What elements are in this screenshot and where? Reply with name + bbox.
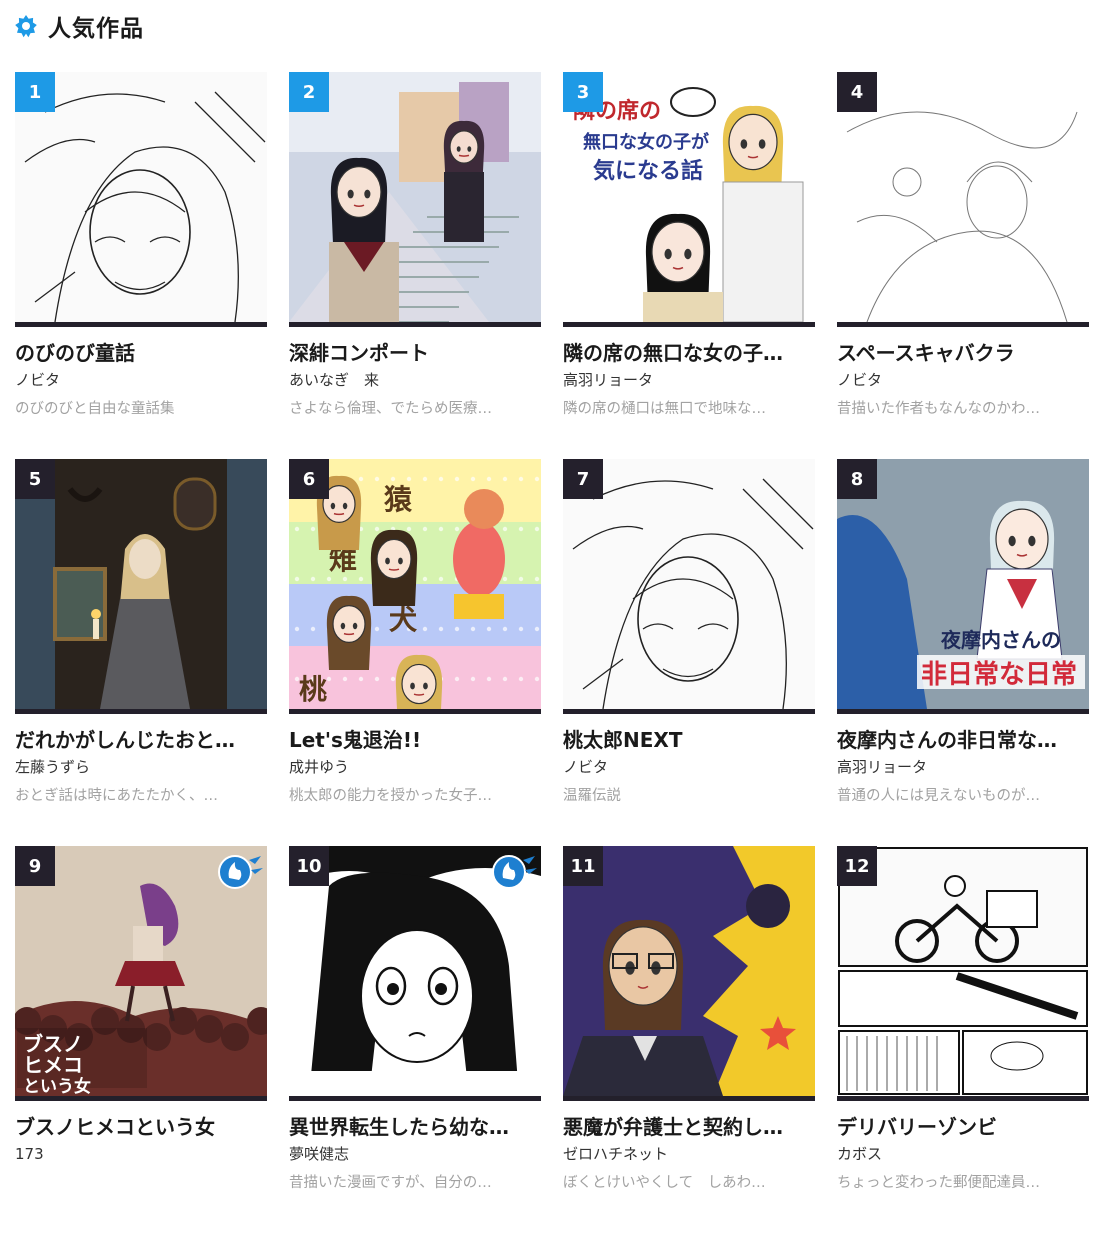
work-thumbnail[interactable]: 7 (563, 459, 815, 714)
work-description: 普通の人には見えないものが… (837, 788, 1040, 804)
work-description: 温羅伝説 (563, 788, 621, 804)
work-card[interactable]: 猿 雉 犬 桃 6 Let's鬼退治!! 成井ゆう 桃太郎の能力を授かった女子… (289, 459, 541, 846)
section-header: 人気作品 (14, 8, 144, 44)
work-description: のびのびと自由な童話集 (15, 401, 175, 417)
work-author[interactable]: 成井ゆう (289, 757, 541, 777)
work-thumbnail[interactable]: 夜摩内さんの 非日常な日常 8 (837, 459, 1089, 714)
work-description: ぼくとけいやくして しあわ… (563, 1175, 766, 1191)
work-card[interactable]: 12 デリバリーゾンビカボスちょっと変わった郵便配達員… (837, 846, 1089, 1233)
work-author[interactable]: ゼロハチネット (563, 1144, 815, 1164)
work-title[interactable]: ブスノヒメコという女 (15, 1115, 267, 1139)
svg-text:無口な女の子が: 無口な女の子が (583, 131, 709, 152)
rank-badge: 7 (563, 459, 603, 499)
work-card[interactable]: 2 深緋コンポートあいなぎ 来さよなら倫理、でたらめ医療… (289, 72, 541, 459)
work-title[interactable]: デリバリーゾンビ (837, 1115, 1089, 1139)
rank-badge: 9 (15, 846, 55, 886)
work-title[interactable]: 夜摩内さんの非日常な… (837, 728, 1089, 752)
work-card[interactable]: ブスノ ヒメコ という女 9 ブスノヒメコという女 173 (15, 846, 267, 1233)
work-title[interactable]: スペースキャバクラ (837, 341, 1089, 365)
flame-badge-icon (218, 855, 263, 889)
badge-icon (15, 15, 37, 38)
work-author[interactable]: あいなぎ 来 (289, 370, 541, 390)
work-author[interactable]: 173 (15, 1144, 267, 1164)
work-card[interactable]: 5 だれかがしんじたおと… 左藤うずらおとぎ話は時にあたたかく、… (15, 459, 267, 846)
work-author[interactable]: 高羽リョータ (837, 757, 1089, 777)
work-author[interactable]: カボス (837, 1144, 1089, 1164)
work-title[interactable]: 桃太郎NEXT (563, 728, 815, 752)
svg-text:ブスノ: ブスノ (23, 1032, 83, 1056)
work-thumbnail[interactable]: 2 (289, 72, 541, 327)
work-author[interactable]: ノビタ (563, 757, 815, 777)
work-author[interactable]: ノビタ (837, 370, 1089, 390)
work-description: おとぎ話は時にあたたかく、… (15, 788, 218, 804)
work-description: 隣の席の樋口は無口で地味な… (563, 401, 766, 417)
rank-badge: 1 (15, 72, 55, 112)
work-thumbnail[interactable]: 隣の席の 無口な女の子が 気になる話 3 (563, 72, 815, 327)
work-description: 昔描いた漫画ですが、自分の… (289, 1175, 492, 1191)
svg-text:ヒメコ: ヒメコ (23, 1055, 83, 1077)
work-title[interactable]: だれかがしんじたおと… (15, 728, 267, 752)
work-thumbnail[interactable]: 12 (837, 846, 1089, 1101)
work-title[interactable]: 深緋コンポート (289, 341, 541, 365)
svg-text:夜摩内さんの: 夜摩内さんの (940, 628, 1061, 652)
work-description: さよなら倫理、でたらめ医療… (289, 401, 492, 417)
svg-text:という女: という女 (23, 1076, 91, 1096)
rank-badge: 12 (837, 846, 877, 886)
flame-badge-icon (492, 855, 537, 889)
rank-badge: 11 (563, 846, 603, 886)
work-description: 昔描いた作者もなんなのかわ… (837, 401, 1040, 417)
work-thumbnail[interactable]: 猿 雉 犬 桃 6 (289, 459, 541, 714)
rank-badge: 2 (289, 72, 329, 112)
work-thumbnail[interactable]: 4 (837, 72, 1089, 327)
work-description: 桃太郎の能力を授かった女子… (289, 788, 492, 804)
work-card[interactable]: 7 桃太郎NEXT ノビタ温羅伝説 (563, 459, 815, 846)
section-title: 人気作品 (48, 16, 144, 42)
work-thumbnail[interactable]: ブスノ ヒメコ という女 9 (15, 846, 267, 1101)
rank-badge: 6 (289, 459, 329, 499)
work-title[interactable]: のびのび童話 (15, 341, 267, 365)
work-thumbnail[interactable]: 5 (15, 459, 267, 714)
work-thumbnail[interactable]: 10 (289, 846, 541, 1101)
rank-badge: 10 (289, 846, 329, 886)
work-card[interactable]: 夜摩内さんの 非日常な日常 8 夜摩内さんの非日常な… 高羽リョータ普通の人には見えな… (837, 459, 1089, 846)
work-author[interactable]: 夢咲健志 (289, 1144, 541, 1164)
work-thumbnail[interactable]: 1 (15, 72, 267, 327)
svg-text:猿: 猿 (383, 484, 413, 516)
work-title[interactable]: 隣の席の無口な女の子… (563, 341, 815, 365)
work-description: ちょっと変わった郵便配達員… (837, 1175, 1040, 1191)
svg-text:非日常な日常: 非日常な日常 (921, 659, 1077, 689)
work-card[interactable]: 4 スペースキャバクラノビタ昔描いた作者もなんなのかわ… (837, 72, 1089, 459)
work-thumbnail[interactable]: 11 (563, 846, 815, 1101)
work-author[interactable]: ノビタ (15, 370, 267, 390)
rank-badge: 8 (837, 459, 877, 499)
popular-works-grid: 1 のびのび童話 ノビタ のびのびと自由な童話集 2 深緋コンポート あいなぎ 来さよなら… (15, 72, 1089, 1233)
work-card[interactable]: 11 悪魔が弁護士と契約し… ゼロハチネットぼくとけいやくして しあわ… (563, 846, 815, 1233)
work-card[interactable]: 1 のびのび童話ノビタのびのびと自由な童話集 (15, 72, 267, 459)
work-card[interactable]: 10 異世界転生したら幼な… 夢咲健志昔描いた漫画ですが、自分の… (289, 846, 541, 1233)
work-title[interactable]: 悪魔が弁護士と契約し… (563, 1115, 815, 1139)
rank-badge: 4 (837, 72, 877, 112)
rank-badge: 3 (563, 72, 603, 112)
svg-text:桃: 桃 (299, 674, 327, 706)
work-author[interactable]: 高羽リョータ (563, 370, 815, 390)
svg-text:犬: 犬 (389, 604, 417, 636)
work-author[interactable]: 左藤うずら (15, 757, 267, 777)
work-card[interactable]: 隣の席の 無口な女の子が 気になる話 3 隣の席の無口な女の子… 高羽リョータ隣の席… (563, 72, 815, 459)
svg-text:気になる話: 気になる話 (593, 158, 703, 183)
rank-badge: 5 (15, 459, 55, 499)
work-title[interactable]: Let's鬼退治!! (289, 728, 541, 752)
work-title[interactable]: 異世界転生したら幼な… (289, 1115, 541, 1139)
